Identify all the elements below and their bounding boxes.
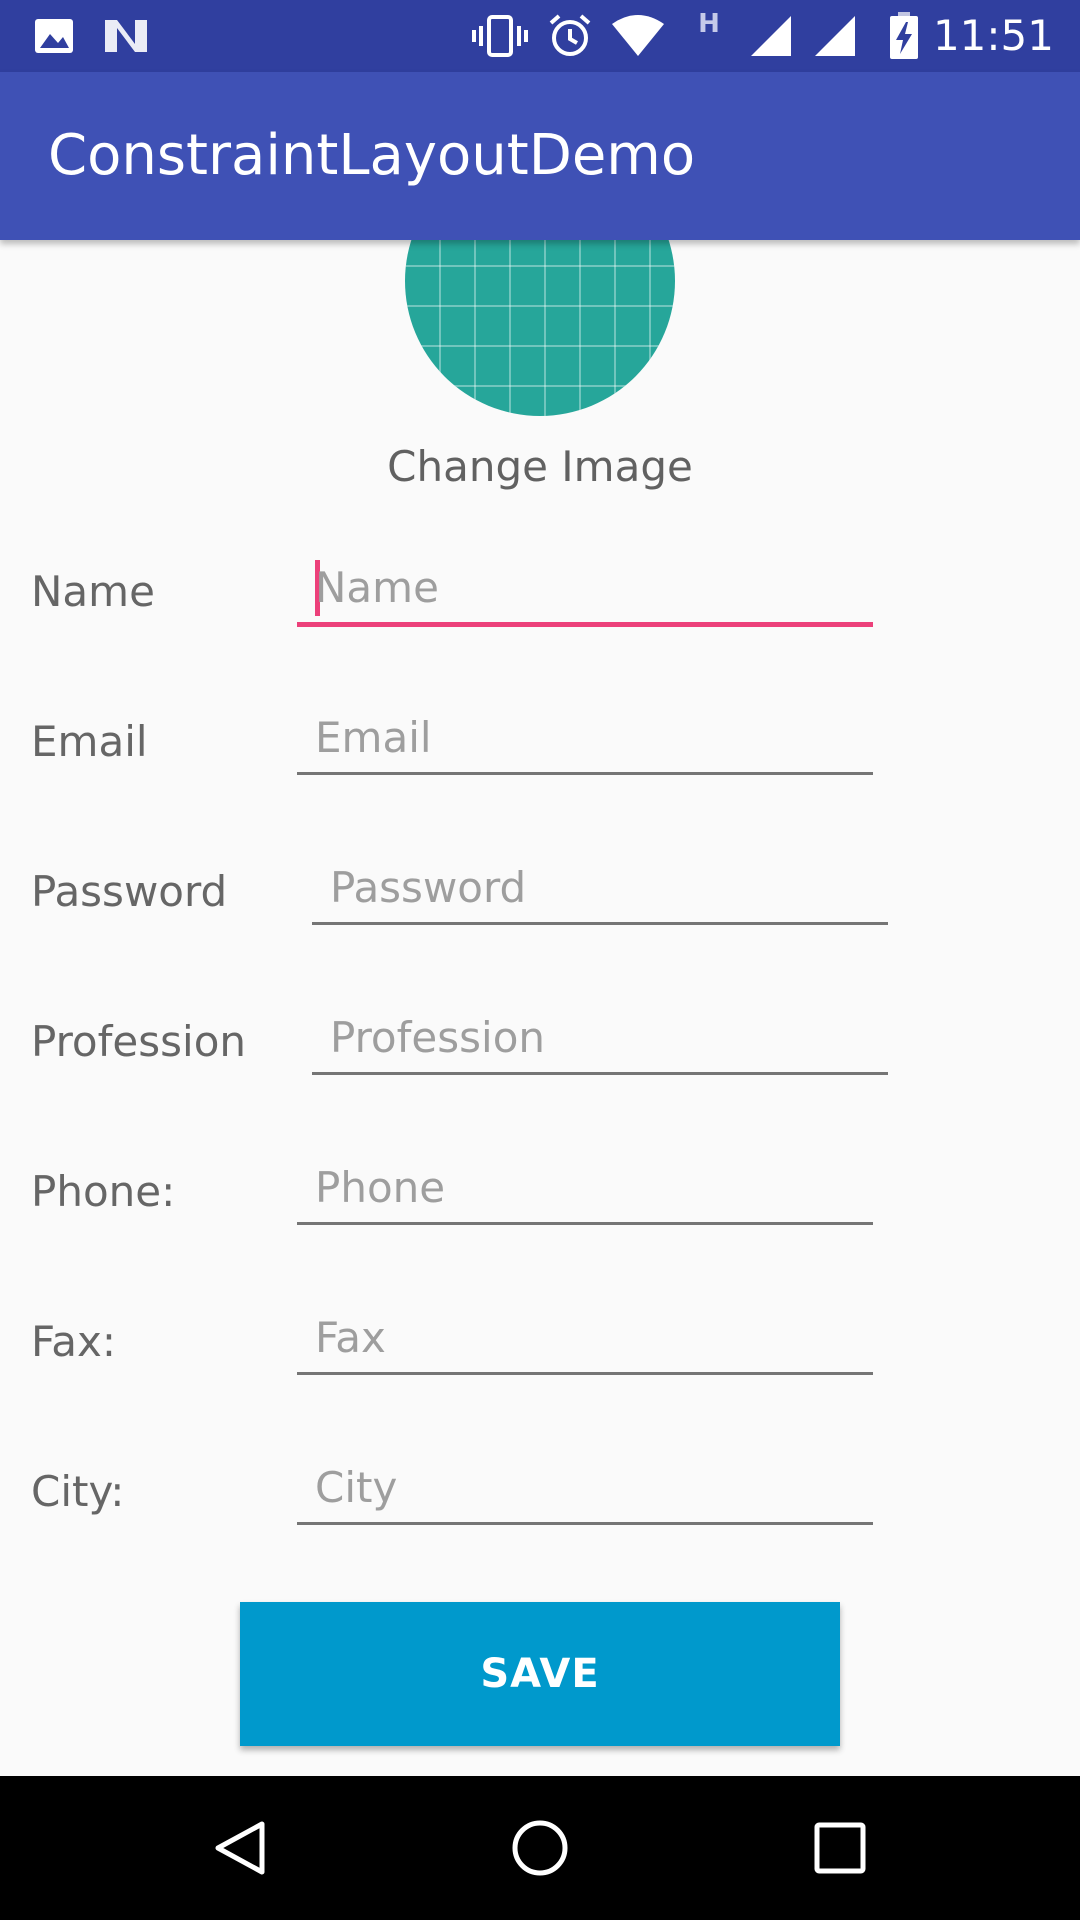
profession-label: Profession — [31, 1017, 247, 1066]
image-icon — [30, 0, 78, 72]
home-icon[interactable] — [460, 1776, 620, 1920]
vibrate-icon — [470, 0, 530, 72]
app-title: ConstraintLayoutDemo — [48, 123, 696, 188]
battery-charging-icon — [884, 0, 924, 72]
phone-label: Phone: — [31, 1167, 176, 1216]
city-field[interactable] — [297, 1452, 873, 1525]
signal-icon — [748, 0, 794, 72]
app-bar: ConstraintLayoutDemo — [0, 72, 1080, 240]
n-logo-icon — [100, 0, 152, 72]
email-input[interactable] — [315, 702, 873, 772]
wifi-icon — [608, 0, 668, 72]
phone-input[interactable] — [315, 1152, 873, 1222]
nav-bar — [0, 1776, 1080, 1920]
network-type-label: H — [698, 9, 720, 39]
password-label: Password — [31, 867, 228, 916]
name-label: Name — [31, 567, 155, 616]
alarm-icon — [545, 0, 595, 72]
city-input[interactable] — [315, 1452, 873, 1522]
password-input[interactable] — [330, 852, 888, 922]
recents-icon[interactable] — [760, 1776, 920, 1920]
email-label: Email — [31, 717, 148, 766]
profession-field[interactable] — [312, 1002, 888, 1075]
profession-input[interactable] — [330, 1002, 888, 1072]
phone-field[interactable] — [297, 1152, 873, 1225]
name-input[interactable] — [315, 552, 873, 622]
signal-icon — [812, 0, 858, 72]
password-field[interactable] — [312, 852, 888, 925]
status-bar: H 11:51 — [0, 0, 1080, 72]
back-icon[interactable] — [160, 1776, 320, 1920]
change-image-link[interactable]: Change Image — [0, 442, 1080, 491]
email-field[interactable] — [297, 702, 873, 775]
name-field[interactable] — [297, 552, 873, 627]
fax-label: Fax: — [31, 1317, 117, 1366]
status-time: 11:51 — [932, 11, 1054, 60]
fax-field[interactable] — [297, 1302, 873, 1375]
city-label: City: — [31, 1467, 125, 1516]
fax-input[interactable] — [315, 1302, 873, 1372]
save-button[interactable]: SAVE — [240, 1602, 840, 1746]
